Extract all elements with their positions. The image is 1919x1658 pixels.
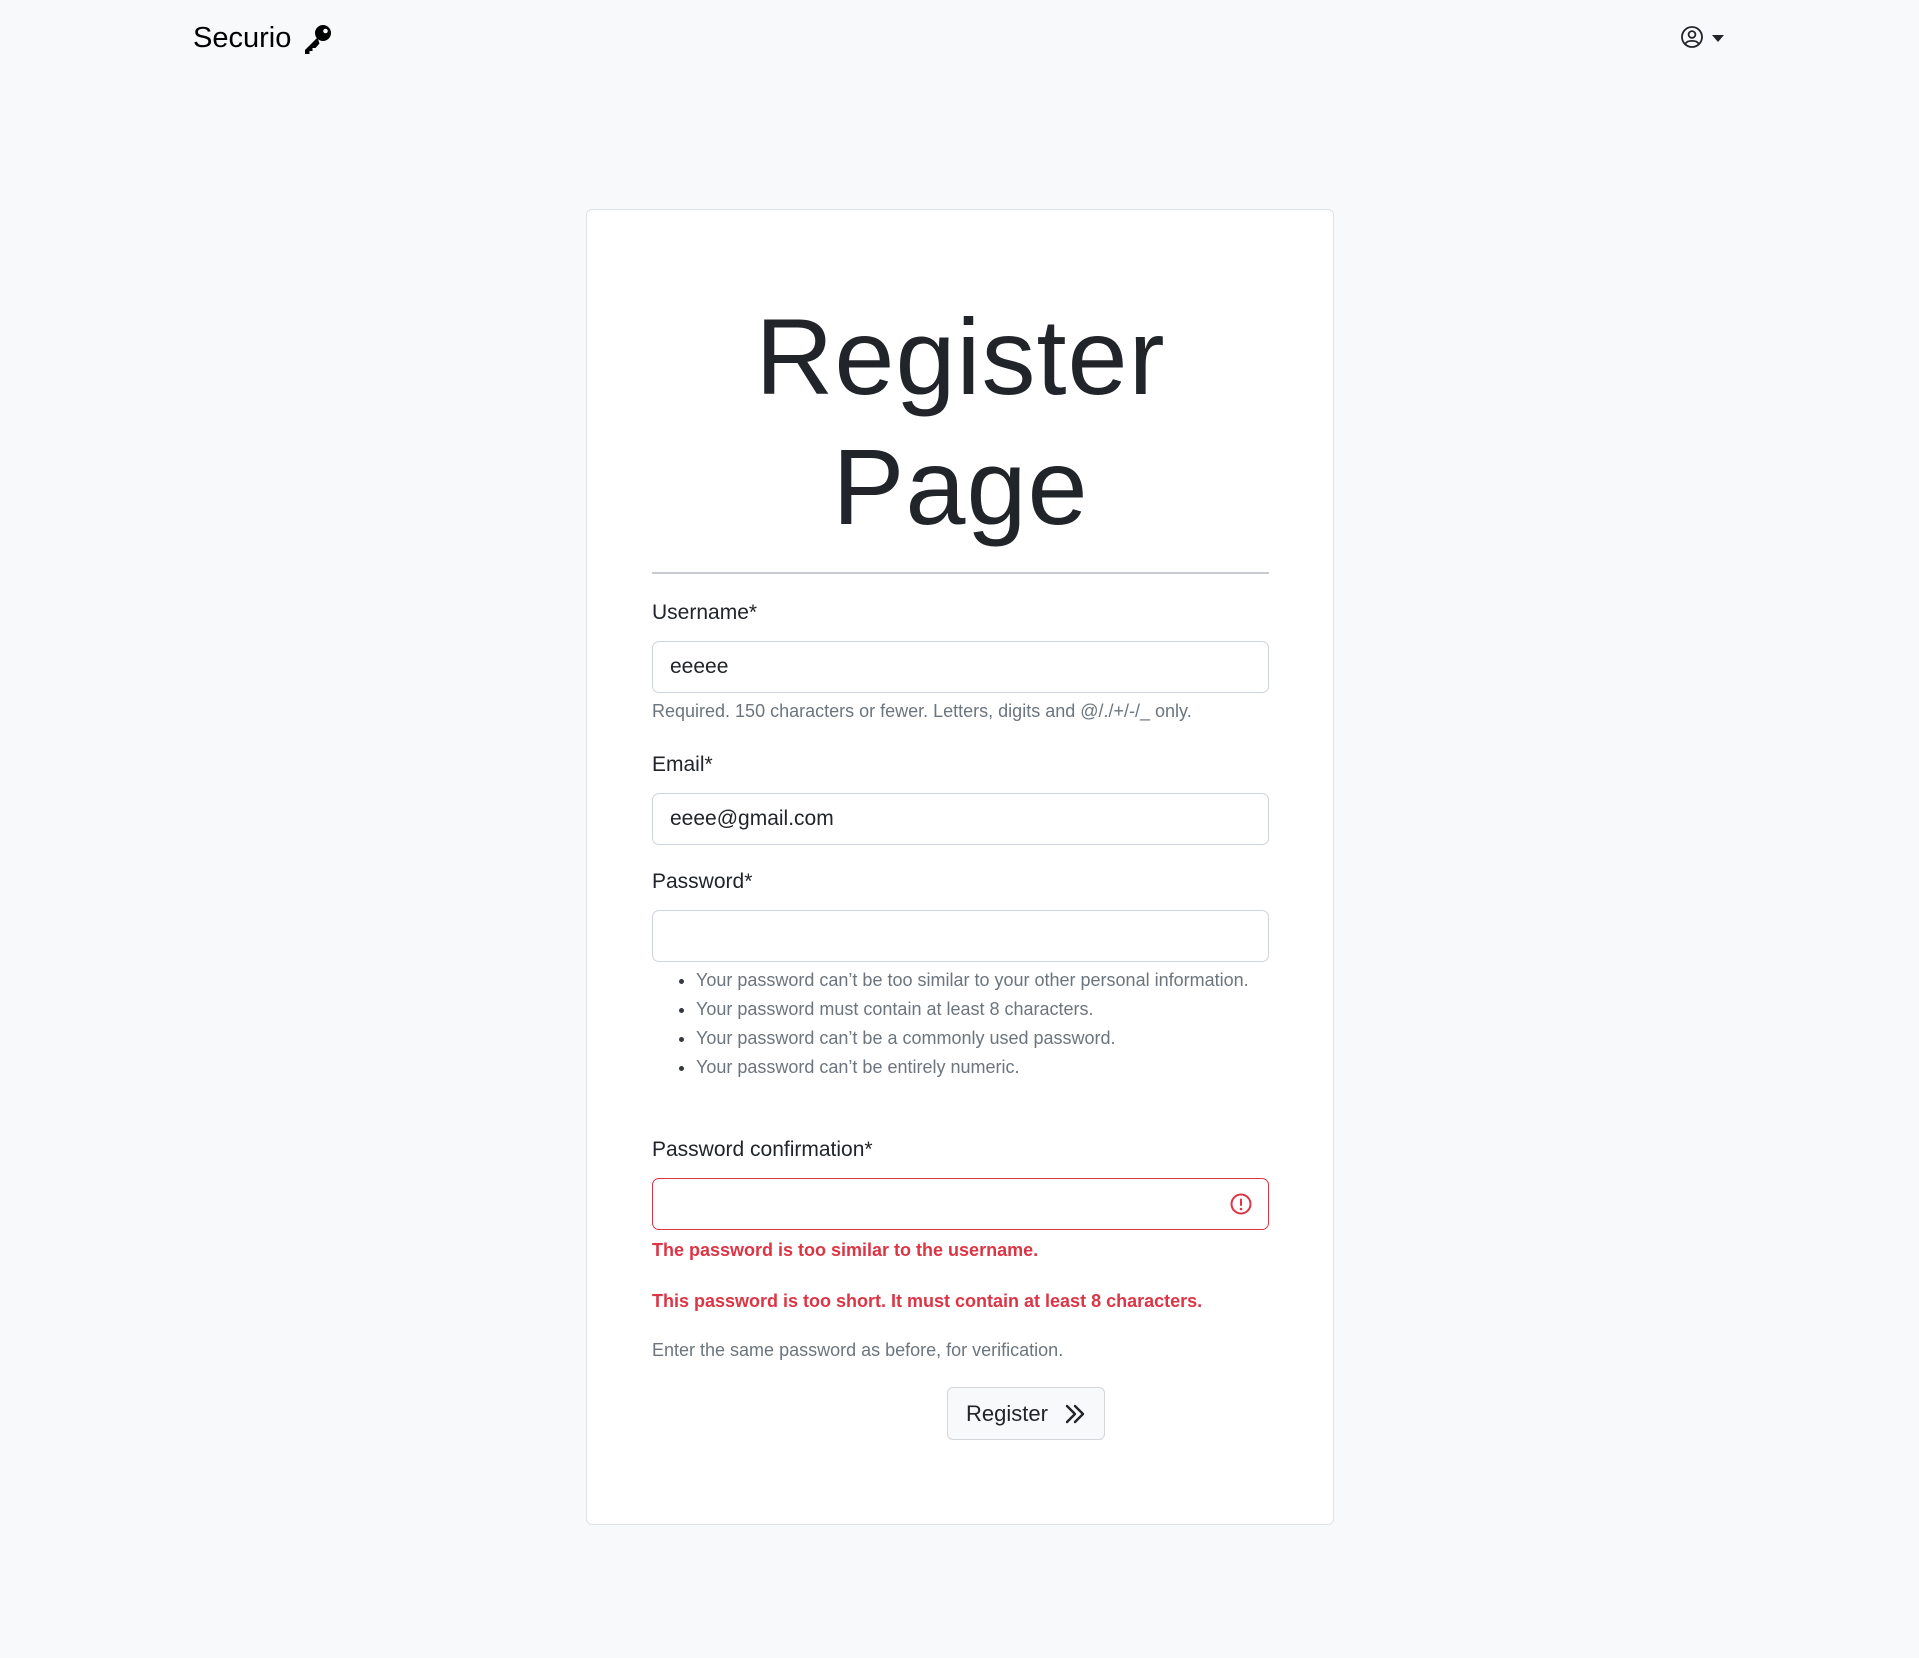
page-title: Register Page — [652, 292, 1269, 552]
password-similar-error: The password is too similar to the usern… — [652, 1240, 1039, 1260]
key-icon — [305, 24, 332, 54]
user-circle-icon — [1680, 25, 1704, 49]
password-confirmation-input[interactable] — [652, 1178, 1269, 1230]
chevron-down-icon — [1712, 34, 1724, 42]
password-help-item: Your password can’t be a commonly used p… — [696, 1024, 1269, 1053]
page-title-line1: Register — [755, 296, 1166, 417]
register-button-label: Register — [966, 1400, 1048, 1426]
title-divider — [652, 572, 1269, 574]
password-label: Password* — [652, 870, 753, 893]
register-button[interactable]: Register — [947, 1387, 1105, 1440]
password-help-item: Your password can’t be entirely numeric. — [696, 1053, 1269, 1082]
brand-link[interactable]: Securio — [193, 22, 333, 55]
invalid-alert-icon — [1230, 1193, 1252, 1215]
email-label: Email* — [652, 753, 713, 776]
user-menu-dropdown[interactable] — [1680, 25, 1724, 49]
password-help-list: Your password can’t be too similar to yo… — [652, 966, 1269, 1082]
password-help-item: Your password must contain at least 8 ch… — [696, 995, 1269, 1024]
password-help-item: Your password can’t be too similar to yo… — [696, 966, 1269, 995]
username-input[interactable] — [652, 641, 1269, 693]
navbar: Securio — [0, 0, 1919, 80]
chevron-double-right-icon — [1065, 1404, 1085, 1423]
password-confirmation-label: Password confirmation* — [652, 1138, 873, 1161]
email-input[interactable] — [652, 793, 1269, 845]
password-input[interactable] — [652, 910, 1269, 962]
page-title-line2: Page — [832, 426, 1089, 547]
username-label: Username* — [652, 601, 758, 624]
register-card: Register Page Username* Required. 150 ch… — [586, 209, 1334, 1525]
brand-name: Securio — [193, 22, 292, 54]
password-confirmation-help-text: Enter the same password as before, for v… — [652, 1340, 1064, 1360]
username-help-text: Required. 150 characters or fewer. Lette… — [652, 701, 1192, 721]
password-short-error: This password is too short. It must cont… — [652, 1291, 1203, 1311]
